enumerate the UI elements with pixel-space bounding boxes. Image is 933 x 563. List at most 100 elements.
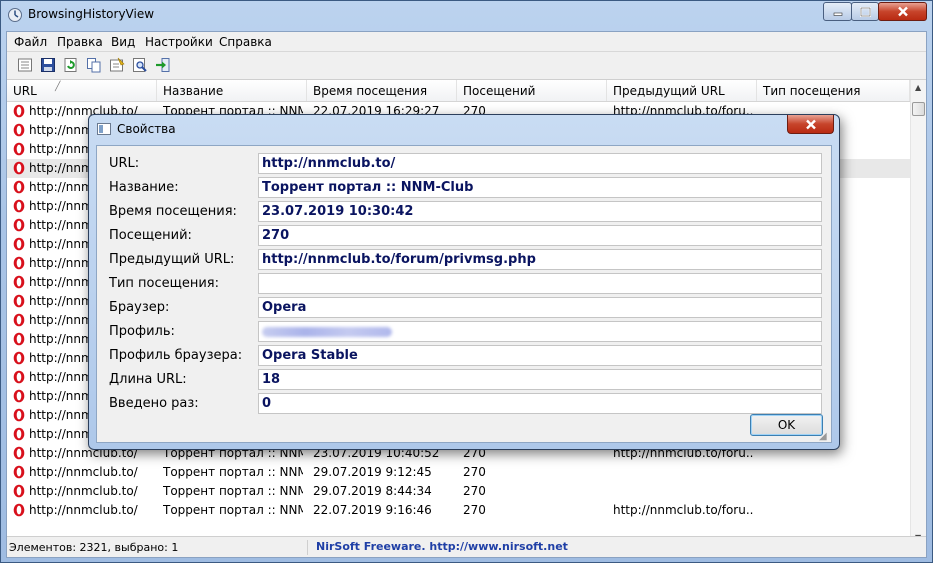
close-button[interactable] <box>878 2 927 21</box>
redacted-value <box>262 327 392 337</box>
property-value-field[interactable]: Торрент портал :: NNM-Club <box>258 177 822 198</box>
copy-icon[interactable] <box>86 57 102 73</box>
opera-icon <box>13 370 25 384</box>
save-icon[interactable] <box>40 57 56 73</box>
cell-name: Торрент портал :: NNM... <box>163 465 303 479</box>
opera-icon <box>13 180 25 194</box>
refresh-icon[interactable] <box>63 57 79 73</box>
opera-icon <box>13 332 25 346</box>
close-icon <box>805 119 816 129</box>
dialog-close-button[interactable] <box>787 115 834 134</box>
vertical-scrollbar[interactable]: ▲ ▼ <box>910 80 926 546</box>
exit-icon[interactable] <box>155 57 171 73</box>
menu-help[interactable]: Справка <box>219 35 272 49</box>
maximize-button[interactable] <box>851 2 879 21</box>
column-visit-time[interactable]: Время посещения <box>307 80 457 101</box>
table-row[interactable]: http://nnmclub.to/Торрент портал :: NNM.… <box>7 501 910 520</box>
status-item-count: Элементов: 2321, выбрано: 1 <box>9 541 179 554</box>
property-value-field[interactable] <box>258 321 822 342</box>
nirsoft-link[interactable]: NirSoft Freeware. http://www.nirsoft.net <box>307 540 568 555</box>
opera-icon <box>13 351 25 365</box>
dialog-title: Свойства <box>117 122 176 136</box>
vertical-scroll-thumb[interactable] <box>912 102 925 116</box>
cell-name: Торрент портал :: NNM... <box>163 484 303 498</box>
html-report-icon[interactable] <box>17 57 33 73</box>
property-value-field[interactable]: Opera <box>258 297 822 318</box>
cell-url: http://nnmclub.to/ <box>29 465 138 479</box>
opera-icon <box>13 123 25 137</box>
property-label: Профиль: <box>109 324 175 339</box>
property-label: Время посещения: <box>109 204 237 219</box>
opera-icon <box>13 104 25 118</box>
column-url-label: URL <box>13 84 37 98</box>
cell-visit-count: 270 <box>463 503 486 517</box>
scroll-up-icon[interactable]: ▲ <box>915 83 921 92</box>
toolbar <box>7 52 926 80</box>
opera-icon <box>13 427 25 441</box>
opera-icon <box>13 408 25 422</box>
minimize-icon <box>833 12 842 16</box>
resize-grip-icon[interactable]: ◢ <box>819 431 827 442</box>
opera-icon <box>13 256 25 270</box>
status-bar: Элементов: 2321, выбрано: 1 NirSoft Free… <box>7 536 926 557</box>
find-icon[interactable] <box>132 57 148 73</box>
table-row[interactable]: http://nnmclub.to/Торрент портал :: NNM.… <box>7 463 910 482</box>
table-row[interactable]: http://nnmclub.to/Торрент портал :: NNM.… <box>7 482 910 501</box>
ok-button[interactable]: OK <box>750 414 823 436</box>
cell-visit-time: 29.07.2019 9:12:45 <box>313 465 432 479</box>
menu-settings[interactable]: Настройки <box>145 35 213 49</box>
property-value-field[interactable]: http://nnmclub.to/ <box>258 153 822 174</box>
column-visit-count[interactable]: Посещений <box>457 80 607 101</box>
property-value-field[interactable]: http://nnmclub.to/forum/privmsg.php <box>258 249 822 270</box>
cell-visit-time: 22.07.2019 9:16:46 <box>313 503 432 517</box>
opera-icon <box>13 446 25 460</box>
opera-icon <box>13 389 25 403</box>
menu-view[interactable]: Вид <box>111 35 135 49</box>
property-label: Название: <box>109 180 179 195</box>
menu-edit[interactable]: Правка <box>57 35 103 49</box>
maximize-icon <box>859 6 871 17</box>
property-label: Длина URL: <box>109 372 187 387</box>
opera-icon <box>13 161 25 175</box>
property-value-field[interactable]: 270 <box>258 225 822 246</box>
property-label: URL: <box>109 156 140 171</box>
cell-prev-url: http://nnmclub.to/foru... <box>613 503 753 517</box>
opera-icon <box>13 294 25 308</box>
property-label: Тип посещения: <box>109 276 220 291</box>
dialog-body: OK ◢ URL: http://nnmclub.to/Название: Торр… <box>96 145 832 443</box>
opera-icon <box>13 313 25 327</box>
list-header: URL ╱ Название Время посещения Посещений… <box>7 80 910 102</box>
dialog-window-icon <box>97 123 111 135</box>
title-bar[interactable]: BrowsingHistoryView <box>1 1 932 29</box>
opera-icon <box>13 465 25 479</box>
properties-dialog: Свойства OK ◢ URL: http://nnmclub.to/Назв… <box>88 114 840 450</box>
minimize-button[interactable] <box>823 2 852 21</box>
column-visit-type[interactable]: Тип посещения <box>757 80 910 101</box>
property-label: Посещений: <box>109 228 192 243</box>
property-value-field[interactable]: 0 <box>258 393 822 414</box>
opera-icon <box>13 199 25 213</box>
property-value-field[interactable]: Opera Stable <box>258 345 822 366</box>
properties-icon[interactable] <box>109 57 125 73</box>
property-label: Введено раз: <box>109 396 199 411</box>
opera-icon <box>13 484 25 498</box>
column-name[interactable]: Название <box>157 80 307 101</box>
property-label: Профиль браузера: <box>109 348 243 363</box>
cell-url: http://nnmclub.to/ <box>29 503 138 517</box>
cell-visit-count: 270 <box>463 484 486 498</box>
cell-visit-count: 270 <box>463 465 486 479</box>
opera-icon <box>13 237 25 251</box>
cell-url: http://nnmclub.to/ <box>29 484 138 498</box>
opera-icon <box>13 275 25 289</box>
column-url[interactable]: URL ╱ <box>7 80 157 101</box>
opera-icon <box>13 503 25 517</box>
window-title: BrowsingHistoryView <box>28 7 155 21</box>
menu-file[interactable]: Файл <box>14 35 47 49</box>
opera-icon <box>13 142 25 156</box>
property-value-field[interactable]: 23.07.2019 10:30:42 <box>258 201 822 222</box>
app-icon <box>8 8 22 22</box>
property-value-field[interactable]: 18 <box>258 369 822 390</box>
column-prev-url[interactable]: Предыдущий URL <box>607 80 757 101</box>
close-icon <box>897 6 908 17</box>
property-value-field[interactable] <box>258 273 822 294</box>
